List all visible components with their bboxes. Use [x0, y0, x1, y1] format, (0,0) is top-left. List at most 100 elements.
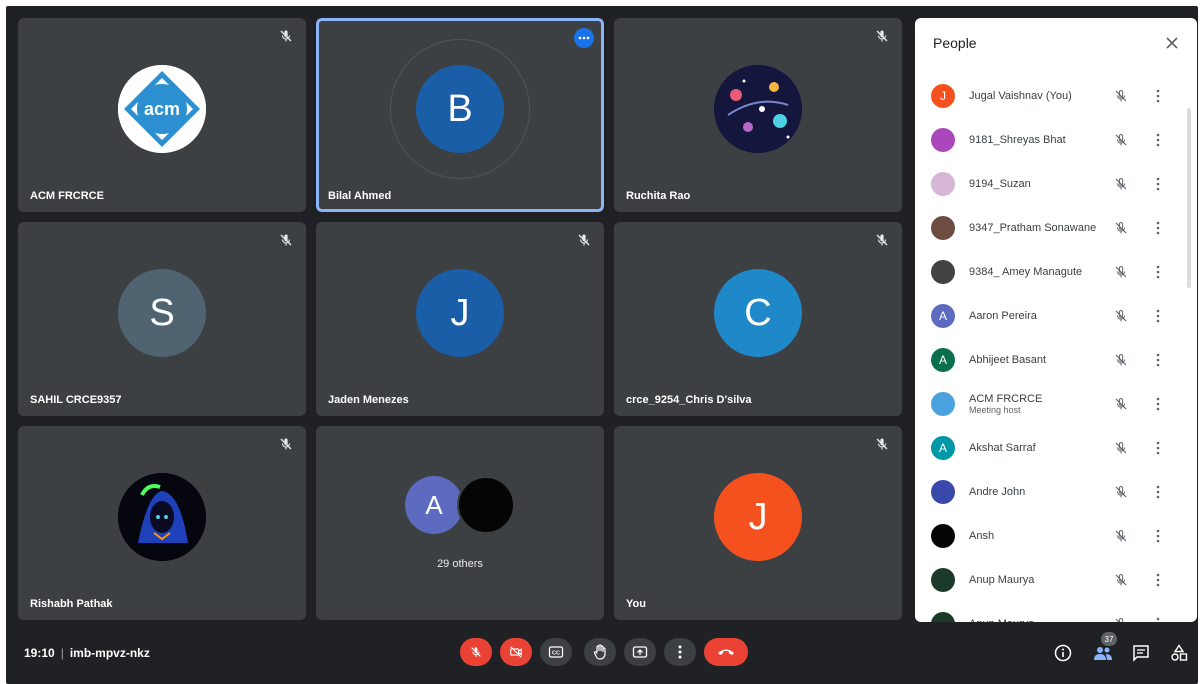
more-vert-icon[interactable] — [1155, 352, 1161, 368]
participant-tile[interactable]: C crce_9254_Chris D'silva — [614, 222, 902, 416]
mic-off-icon[interactable] — [1113, 88, 1129, 104]
hand-icon — [593, 644, 606, 660]
participant-name: ACM FRCRCE — [30, 190, 104, 202]
participant-tile[interactable]: S SAHIL CRCE9357 — [18, 222, 306, 416]
participant-tile[interactable]: acm ACM FRCRCE — [18, 18, 306, 212]
chat-icon — [1133, 645, 1149, 662]
captions-button[interactable]: CC — [540, 638, 572, 666]
mic-off-icon[interactable] — [1113, 176, 1129, 192]
more-options-icon[interactable] — [574, 28, 594, 48]
raise-hand-button[interactable] — [584, 638, 616, 666]
participant-row[interactable]: Ansh — [915, 514, 1185, 558]
others-tile[interactable]: A 29 others — [316, 426, 604, 620]
participant-tile[interactable]: J Jaden Menezes — [316, 222, 604, 416]
avatar — [931, 392, 955, 416]
mic-off-icon[interactable] — [1113, 308, 1129, 324]
more-vert-icon[interactable] — [1155, 308, 1161, 324]
meet-window: acm ACM FRCRCE B Bilal Ahmed Ruchita Rao… — [6, 6, 1198, 684]
participant-name: Rishabh Pathak — [30, 598, 113, 610]
close-icon[interactable] — [1165, 36, 1179, 50]
participant-name: 9181_Shreyas Bhat — [969, 134, 1066, 146]
more-vert-icon[interactable] — [1155, 528, 1161, 544]
participant-info: Jugal Vaishnav (You) — [969, 90, 1072, 102]
leave-call-button[interactable] — [704, 638, 748, 666]
participant-name: Ruchita Rao — [626, 190, 691, 202]
activities-button[interactable] — [1168, 642, 1190, 664]
chat-button[interactable] — [1130, 642, 1152, 664]
participant-tile-self[interactable]: J You — [614, 426, 902, 620]
participant-row[interactable]: J Jugal Vaishnav (You) — [915, 74, 1185, 118]
avatar-initial: A — [938, 441, 947, 455]
more-vert-icon[interactable] — [1155, 132, 1161, 148]
participant-tile[interactable]: Rishabh Pathak — [18, 426, 306, 620]
mic-off-icon[interactable] — [1113, 572, 1129, 588]
mic-off-icon[interactable] — [1113, 440, 1129, 456]
mic-off-icon[interactable] — [1113, 528, 1129, 544]
present-screen-button[interactable] — [624, 638, 656, 666]
participant-info: 9384_ Amey Managute — [969, 266, 1082, 278]
avatar — [931, 568, 955, 592]
avatar-initial: B — [447, 87, 473, 130]
mic-off-icon[interactable] — [1113, 396, 1129, 412]
meeting-time: 19:10 — [24, 646, 55, 660]
participant-row[interactable]: 9384_ Amey Managute — [915, 250, 1185, 294]
participant-row[interactable]: 9181_Shreyas Bhat — [915, 118, 1185, 162]
more-vert-icon — [678, 645, 682, 659]
meeting-info: 19:10 | imb-mpvz-nkz — [24, 646, 150, 660]
participant-name: Anup Maurya — [969, 574, 1035, 586]
space-image-avatar — [714, 65, 802, 153]
participant-row[interactable]: ACM FRCRCE Meeting host — [915, 382, 1185, 426]
meeting-details-button[interactable] — [1052, 642, 1074, 664]
participant-row[interactable]: A Akshat Sarraf — [915, 426, 1185, 470]
bottom-bar: 19:10 | imb-mpvz-nkz CC 37 — [6, 632, 1198, 672]
avatar-initial: S — [149, 291, 175, 334]
participant-tile-active[interactable]: B Bilal Ahmed — [316, 18, 604, 212]
more-vert-icon[interactable] — [1155, 88, 1161, 104]
avatar-initial: J — [450, 291, 470, 334]
more-vert-icon[interactable] — [1155, 220, 1161, 236]
art-image-avatar — [118, 473, 206, 561]
more-vert-icon[interactable] — [1155, 572, 1161, 588]
participant-row[interactable]: A Abhijeet Basant — [915, 338, 1185, 382]
mic-off-icon[interactable] — [1113, 352, 1129, 368]
mic-off-icon[interactable] — [1113, 220, 1129, 236]
more-vert-icon[interactable] — [1155, 440, 1161, 456]
avatar-initial: J — [940, 89, 946, 103]
more-vert-icon[interactable] — [1155, 484, 1161, 500]
participant-row[interactable]: 9194_Suzan — [915, 162, 1185, 206]
mic-off-icon[interactable] — [1113, 264, 1129, 280]
avatar: J — [931, 84, 955, 108]
svg-text:acm: acm — [144, 99, 180, 119]
mic-off-icon[interactable] — [1113, 484, 1129, 500]
more-options-button[interactable] — [664, 638, 696, 666]
camera-toggle-button[interactable] — [500, 638, 532, 666]
meeting-code: imb-mpvz-nkz — [69, 646, 150, 660]
mic-toggle-button[interactable] — [460, 638, 492, 666]
avatar: A — [405, 476, 463, 534]
people-icon — [1094, 647, 1112, 660]
participant-row[interactable]: Andre John — [915, 470, 1185, 514]
participant-name: Anup Maurya — [969, 618, 1034, 622]
mic-off-icon[interactable] — [1113, 132, 1129, 148]
more-vert-icon[interactable] — [1155, 396, 1161, 412]
scrollbar[interactable] — [1187, 108, 1191, 288]
avatar — [931, 480, 955, 504]
participant-name: Andre John — [969, 486, 1026, 498]
more-vert-icon[interactable] — [1155, 616, 1161, 622]
info-icon — [1054, 644, 1072, 662]
participant-row[interactable]: 9347_Pratham Sonawane — [915, 206, 1185, 250]
participant-row[interactable]: Anup Maurya — [915, 558, 1185, 602]
more-vert-icon[interactable] — [1155, 176, 1161, 192]
participant-row[interactable]: Anup Maurya — [915, 602, 1185, 622]
participant-row[interactable]: A Aaron Pereira — [915, 294, 1185, 338]
participant-info: Anup Maurya — [969, 574, 1034, 586]
panel-title: People — [933, 35, 977, 51]
present-icon — [632, 646, 648, 658]
participant-name: Jaden Menezes — [328, 394, 409, 406]
avatar: A — [931, 348, 955, 372]
participant-name: Akshat Sarraf — [969, 442, 1036, 454]
more-vert-icon[interactable] — [1155, 264, 1161, 280]
participant-tile[interactable]: Ruchita Rao — [614, 18, 902, 212]
mic-off-icon[interactable] — [1113, 616, 1129, 622]
avatar: A — [931, 436, 955, 460]
